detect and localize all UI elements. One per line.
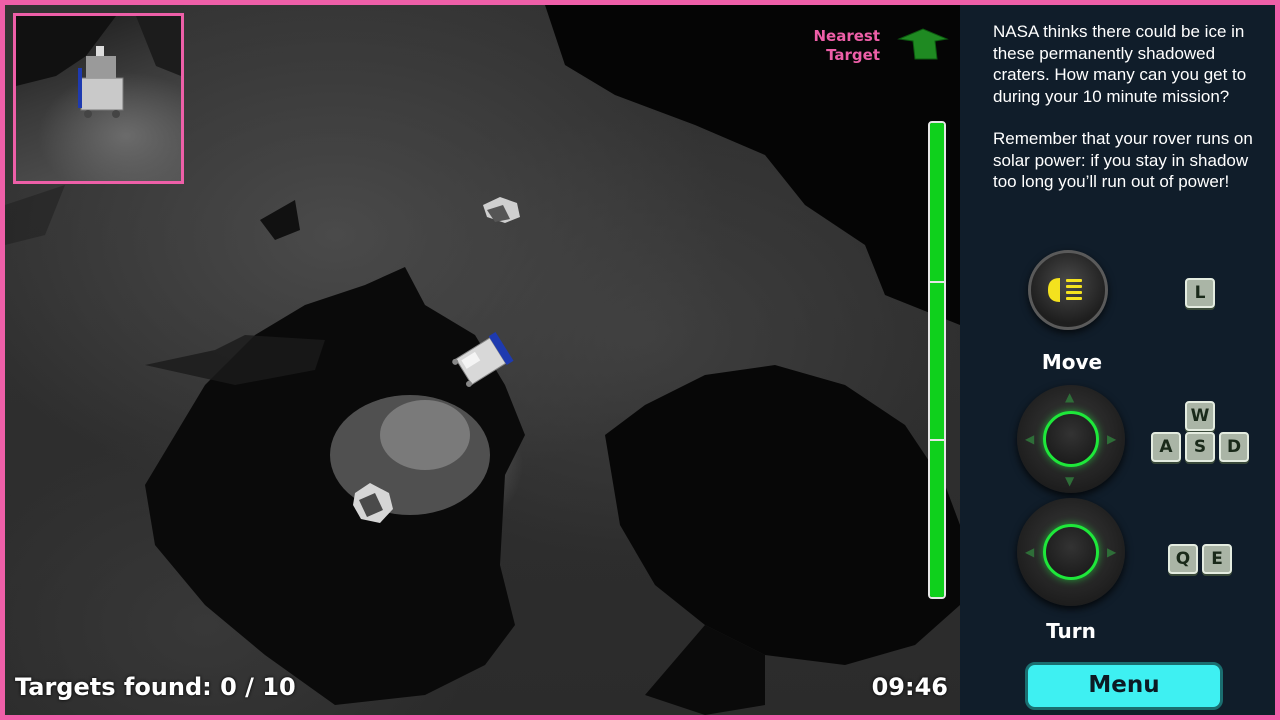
mission-info-paragraph: Remember that your rover runs on solar p…: [993, 129, 1253, 191]
targets-found-value: 0 / 10: [220, 673, 296, 701]
control-panel: NASA thinks there could be ice in these …: [960, 5, 1275, 715]
turn-joystick[interactable]: ◀ ▶: [1017, 498, 1125, 606]
power-meter: [928, 121, 946, 599]
target-rock: [483, 197, 520, 223]
key-l[interactable]: L: [1185, 278, 1215, 308]
chevron-up-icon: ▲: [1065, 390, 1075, 404]
mission-info-paragraph: NASA thinks there could be ice in these …: [993, 22, 1247, 106]
turn-label: Turn: [1046, 619, 1096, 643]
key-a[interactable]: A: [1151, 432, 1181, 462]
key-s[interactable]: S: [1185, 432, 1215, 462]
key-d[interactable]: D: [1219, 432, 1249, 462]
move-joystick[interactable]: ▲ ▼ ◀ ▶: [1017, 385, 1125, 493]
chevron-left-icon: ◀: [1025, 432, 1035, 446]
rover-camera-minimap: [13, 13, 184, 184]
menu-button[interactable]: Menu: [1025, 662, 1223, 710]
move-label: Move: [1041, 350, 1103, 374]
chevron-down-icon: ▼: [1065, 474, 1075, 488]
chevron-right-icon: ▶: [1107, 432, 1117, 446]
power-meter-fill: [930, 123, 944, 597]
nearest-target-label: Nearest Target: [813, 27, 880, 64]
game-viewport[interactable]: Nearest Target Targets found: 0 / 10 09:…: [5, 5, 960, 715]
key-e[interactable]: E: [1202, 544, 1232, 574]
mission-timer: 09:46: [871, 673, 948, 701]
game-frame: Nearest Target Targets found: 0 / 10 09:…: [0, 0, 1280, 720]
key-w[interactable]: W: [1185, 401, 1215, 431]
targets-found-counter: Targets found: 0 / 10: [15, 673, 296, 701]
power-meter-tick: [930, 281, 944, 283]
move-joystick-knob[interactable]: [1043, 411, 1099, 467]
chevron-right-icon: ▶: [1107, 545, 1117, 559]
targets-found-label: Targets found: [15, 673, 203, 701]
headlight-icon: [1048, 278, 1082, 302]
turn-joystick-knob[interactable]: [1043, 524, 1099, 580]
headlight-button[interactable]: [1028, 250, 1108, 330]
mission-info: NASA thinks there could be ice in these …: [993, 21, 1263, 193]
chevron-left-icon: ◀: [1025, 545, 1035, 559]
key-q[interactable]: Q: [1168, 544, 1198, 574]
green-arrow-icon: [897, 28, 949, 60]
power-meter-tick: [930, 439, 944, 441]
